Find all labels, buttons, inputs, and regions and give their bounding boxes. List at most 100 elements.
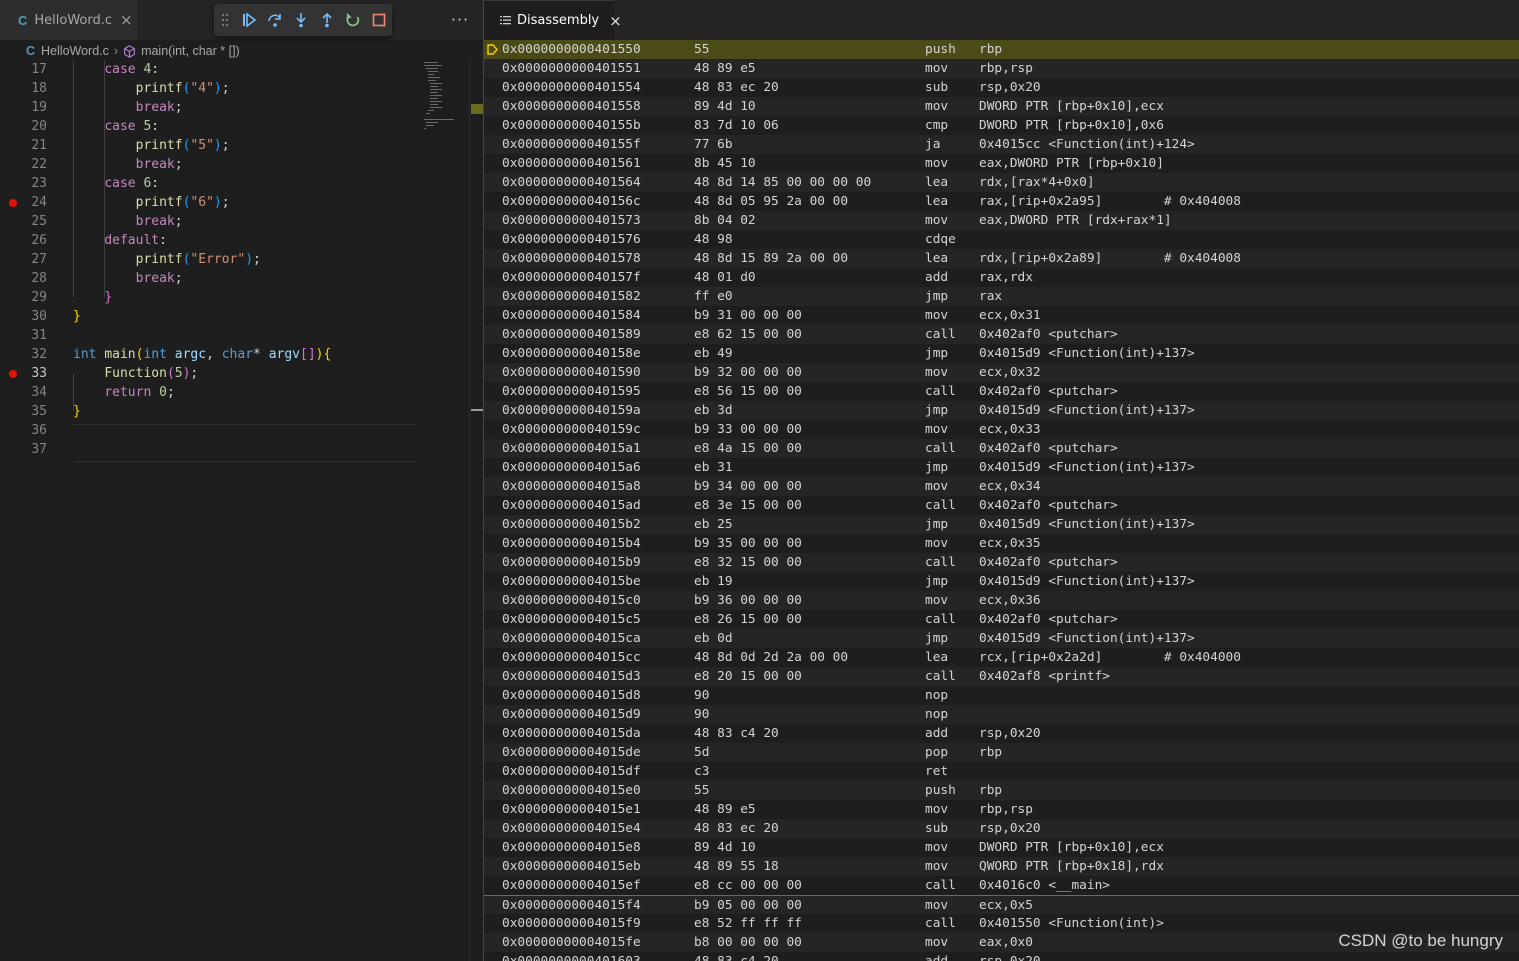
instruction-mnemonic: call — [925, 555, 956, 570]
disassembly-row[interactable]: 0x0000000000401576 48 98 cdqe — [484, 230, 1519, 249]
disassembly-row[interactable]: 0x00000000004015da 48 83 c4 20 add rsp,0x20 — [484, 724, 1519, 743]
code-line[interactable]: 23 case 6: — [0, 174, 420, 193]
minimap[interactable] — [420, 60, 470, 140]
code-line[interactable]: 19 break; — [0, 98, 420, 117]
disassembly-row[interactable]: 0x0000000000401584 b9 31 00 00 00 mov ecx,0… — [484, 306, 1519, 325]
disassembly-row[interactable]: 0x000000000040155f 77 6b ja 0x4015cc <Funct… — [484, 135, 1519, 154]
code-text: } — [73, 309, 81, 324]
code-line[interactable]: 30} — [0, 307, 420, 326]
disassembly-row[interactable]: 0x00000000004015b2 eb 25 jmp 0x4015d9 <Func… — [484, 515, 1519, 534]
disassembly-row[interactable]: 0x00000000004015be eb 19 jmp 0x4015d9 <Func… — [484, 572, 1519, 591]
restart-icon[interactable] — [340, 7, 366, 33]
code-line[interactable]: 24 printf("6"); — [0, 193, 420, 212]
close-tab-icon[interactable]: × — [609, 12, 622, 30]
code-editor[interactable]: 17 case 4: 18 printf("4"); 19 break; 20 cas… — [0, 60, 420, 961]
disassembly-view[interactable]: 0x0000000000401550 55 push rbp 0x00000000004… — [484, 40, 1519, 961]
disassembly-row[interactable]: 0x00000000004015f4 b9 05 00 00 00 mov ecx,0… — [484, 895, 1519, 914]
breadcrumb-symbol[interactable]: main(int, char * []) — [141, 44, 240, 58]
code-line[interactable]: 29 } — [0, 288, 420, 307]
close-tab-icon[interactable]: × — [120, 11, 133, 29]
disassembly-row[interactable]: 0x0000000000401582 ff e0 jmp rax — [484, 287, 1519, 306]
disassembly-row[interactable]: 0x0000000000401590 b9 32 00 00 00 mov ecx,0… — [484, 363, 1519, 382]
code-line[interactable]: 17 case 4: — [0, 60, 420, 79]
instruction-operands: 0x402af8 <printf> — [979, 669, 1110, 684]
disassembly-row[interactable]: 0x0000000000401595 e8 56 15 00 00 call 0x40… — [484, 382, 1519, 401]
disassembly-row[interactable]: 0x00000000004015b4 b9 35 00 00 00 mov ecx,0… — [484, 534, 1519, 553]
disassembly-row[interactable]: 0x00000000004015c5 e8 26 15 00 00 call 0x40… — [484, 610, 1519, 629]
stop-icon[interactable] — [366, 7, 392, 33]
disassembly-row[interactable]: 0x000000000040158e eb 49 jmp 0x4015d9 <Func… — [484, 344, 1519, 363]
instruction-mnemonic: mov — [925, 935, 949, 950]
disassembly-row[interactable]: 0x00000000004015e1 48 89 e5 mov rbp,rsp — [484, 800, 1519, 819]
disassembly-row[interactable]: 0x0000000000401589 e8 62 15 00 00 call 0x40… — [484, 325, 1519, 344]
tab-disassembly[interactable]: Disassembly × — [484, 0, 622, 40]
disassembly-row[interactable]: 0x0000000000401558 89 4d 10 mov DWORD PTR [… — [484, 97, 1519, 116]
disassembly-row[interactable]: 0x0000000000401564 48 8d 14 85 00 00 00 0… — [484, 173, 1519, 192]
disassembly-row[interactable]: 0x0000000000401551 48 89 e5 mov rbp,rsp — [484, 59, 1519, 78]
code-line[interactable]: 27 printf("Error"); — [0, 250, 420, 269]
step-over-icon[interactable] — [262, 7, 288, 33]
disassembly-row[interactable]: 0x00000000004015de 5d pop rbp — [484, 743, 1519, 762]
instruction-mnemonic: jmp — [925, 631, 949, 646]
disassembly-row[interactable]: 0x00000000004015ef e8 cc 00 00 00 call 0x40… — [484, 876, 1519, 895]
code-line[interactable]: 34 return 0; — [0, 383, 420, 402]
instruction-address: 0x0000000000401578 — [502, 251, 641, 266]
continue-icon[interactable] — [236, 7, 262, 33]
editor-scrollbar[interactable] — [469, 60, 484, 961]
instruction-operands: 0x402af0 <putchar> — [979, 498, 1118, 513]
disassembly-row[interactable]: 0x00000000004015c0 b9 36 00 00 00 mov ecx,0… — [484, 591, 1519, 610]
instruction-bytes: 55 — [694, 783, 710, 798]
code-line[interactable]: 20 case 5: — [0, 117, 420, 136]
code-line[interactable]: 28 break; — [0, 269, 420, 288]
disassembly-row[interactable]: 0x00000000004015a1 e8 4a 15 00 00 call 0x40… — [484, 439, 1519, 458]
disassembly-row[interactable]: 0x00000000004015ca eb 0d jmp 0x4015d9 <Func… — [484, 629, 1519, 648]
code-line[interactable]: 22 break; — [0, 155, 420, 174]
disassembly-row[interactable]: 0x00000000004015b9 e8 32 15 00 00 call 0x40… — [484, 553, 1519, 572]
disassembly-row[interactable]: 0x00000000004015d8 90 nop — [484, 686, 1519, 705]
step-out-icon[interactable] — [314, 7, 340, 33]
disassembly-row[interactable]: 0x0000000000401554 48 83 ec 20 sub rsp,0x20 — [484, 78, 1519, 97]
instruction-operands: rbp,rsp — [979, 802, 1033, 817]
code-line[interactable]: 37 — [0, 440, 420, 459]
disassembly-row[interactable]: 0x00000000004015a8 b9 34 00 00 00 mov ecx,0… — [484, 477, 1519, 496]
disassembly-row[interactable]: 0x0000000000401561 8b 45 10 mov eax,DWORD P… — [484, 154, 1519, 173]
disassembly-row[interactable]: 0x00000000004015ad e8 3e 15 00 00 call 0x40… — [484, 496, 1519, 515]
disassembly-row[interactable]: 0x00000000004015e0 55 push rbp — [484, 781, 1519, 800]
disassembly-row[interactable]: 0x0000000000401573 8b 04 02 mov eax,DWORD P… — [484, 211, 1519, 230]
disassembly-row[interactable]: 0x000000000040155b 83 7d 10 06 cmp DWORD PT… — [484, 116, 1519, 135]
step-into-icon[interactable] — [288, 7, 314, 33]
disassembly-row[interactable]: 0x0000000000401578 48 8d 15 89 2a 00 00 le… — [484, 249, 1519, 268]
disassembly-row[interactable]: 0x00000000004015eb 48 89 55 18 mov QWORD PT… — [484, 857, 1519, 876]
instruction-operands: 0x402af0 <putchar> — [979, 441, 1118, 456]
instruction-mnemonic: mov — [925, 859, 949, 874]
instruction-bytes: 48 8d 0d 2d 2a 00 00 — [694, 650, 849, 665]
disassembly-row[interactable]: 0x00000000004015e8 89 4d 10 mov DWORD PTR [… — [484, 838, 1519, 857]
disassembly-row[interactable]: 0x000000000040159c b9 33 00 00 00 mov ecx,0… — [484, 420, 1519, 439]
more-actions-icon[interactable]: ··· — [448, 10, 472, 30]
grip-icon[interactable] — [220, 12, 230, 28]
code-line[interactable]: 18 printf("4"); — [0, 79, 420, 98]
disassembly-row[interactable]: 0x0000000000401550 55 push rbp — [484, 40, 1519, 59]
disassembly-row[interactable]: 0x00000000004015d9 90 nop — [484, 705, 1519, 724]
code-line[interactable]: 36 — [0, 421, 420, 440]
code-line[interactable]: 32 int main(int argc, char* argv[]){ — [0, 345, 420, 364]
disassembly-row[interactable]: 0x00000000004015d3 e8 20 15 00 00 call 0x40… — [484, 667, 1519, 686]
disassembly-row[interactable]: 0x00000000004015a6 eb 31 jmp 0x4015d9 <Func… — [484, 458, 1519, 477]
disassembly-row[interactable]: 0x000000000040156c 48 8d 05 95 2a 00 00 le… — [484, 192, 1519, 211]
disassembly-row[interactable]: 0x00000000004015cc 48 8d 0d 2d 2a 00 00 le… — [484, 648, 1519, 667]
breadcrumb-file[interactable]: HelloWord.c — [41, 44, 109, 58]
disassembly-row[interactable]: 0x0000000000401603 48 83 c4 20 add rsp,0x20 — [484, 952, 1519, 961]
code-line[interactable]: 25 break; — [0, 212, 420, 231]
code-line[interactable]: 35} — [0, 402, 420, 421]
disassembly-row[interactable]: 0x000000000040159a eb 3d jmp 0x4015d9 <Func… — [484, 401, 1519, 420]
code-line[interactable]: 31 — [0, 326, 420, 345]
instruction-bytes: 48 83 ec 20 — [694, 821, 779, 836]
disassembly-row[interactable]: 0x00000000004015e4 48 83 ec 20 sub rsp,0x20 — [484, 819, 1519, 838]
tab-helloword-c[interactable]: C HelloWord.c × — [0, 0, 138, 40]
disassembly-row[interactable]: 0x00000000004015df c3 ret — [484, 762, 1519, 781]
code-line[interactable]: 26 default: — [0, 231, 420, 250]
disassembly-row[interactable]: 0x000000000040157f 48 01 d0 add rax,rdx — [484, 268, 1519, 287]
instruction-mnemonic: jmp — [925, 403, 949, 418]
code-line[interactable]: 33 Function(5); — [0, 364, 420, 383]
code-line[interactable]: 21 printf("5"); — [0, 136, 420, 155]
